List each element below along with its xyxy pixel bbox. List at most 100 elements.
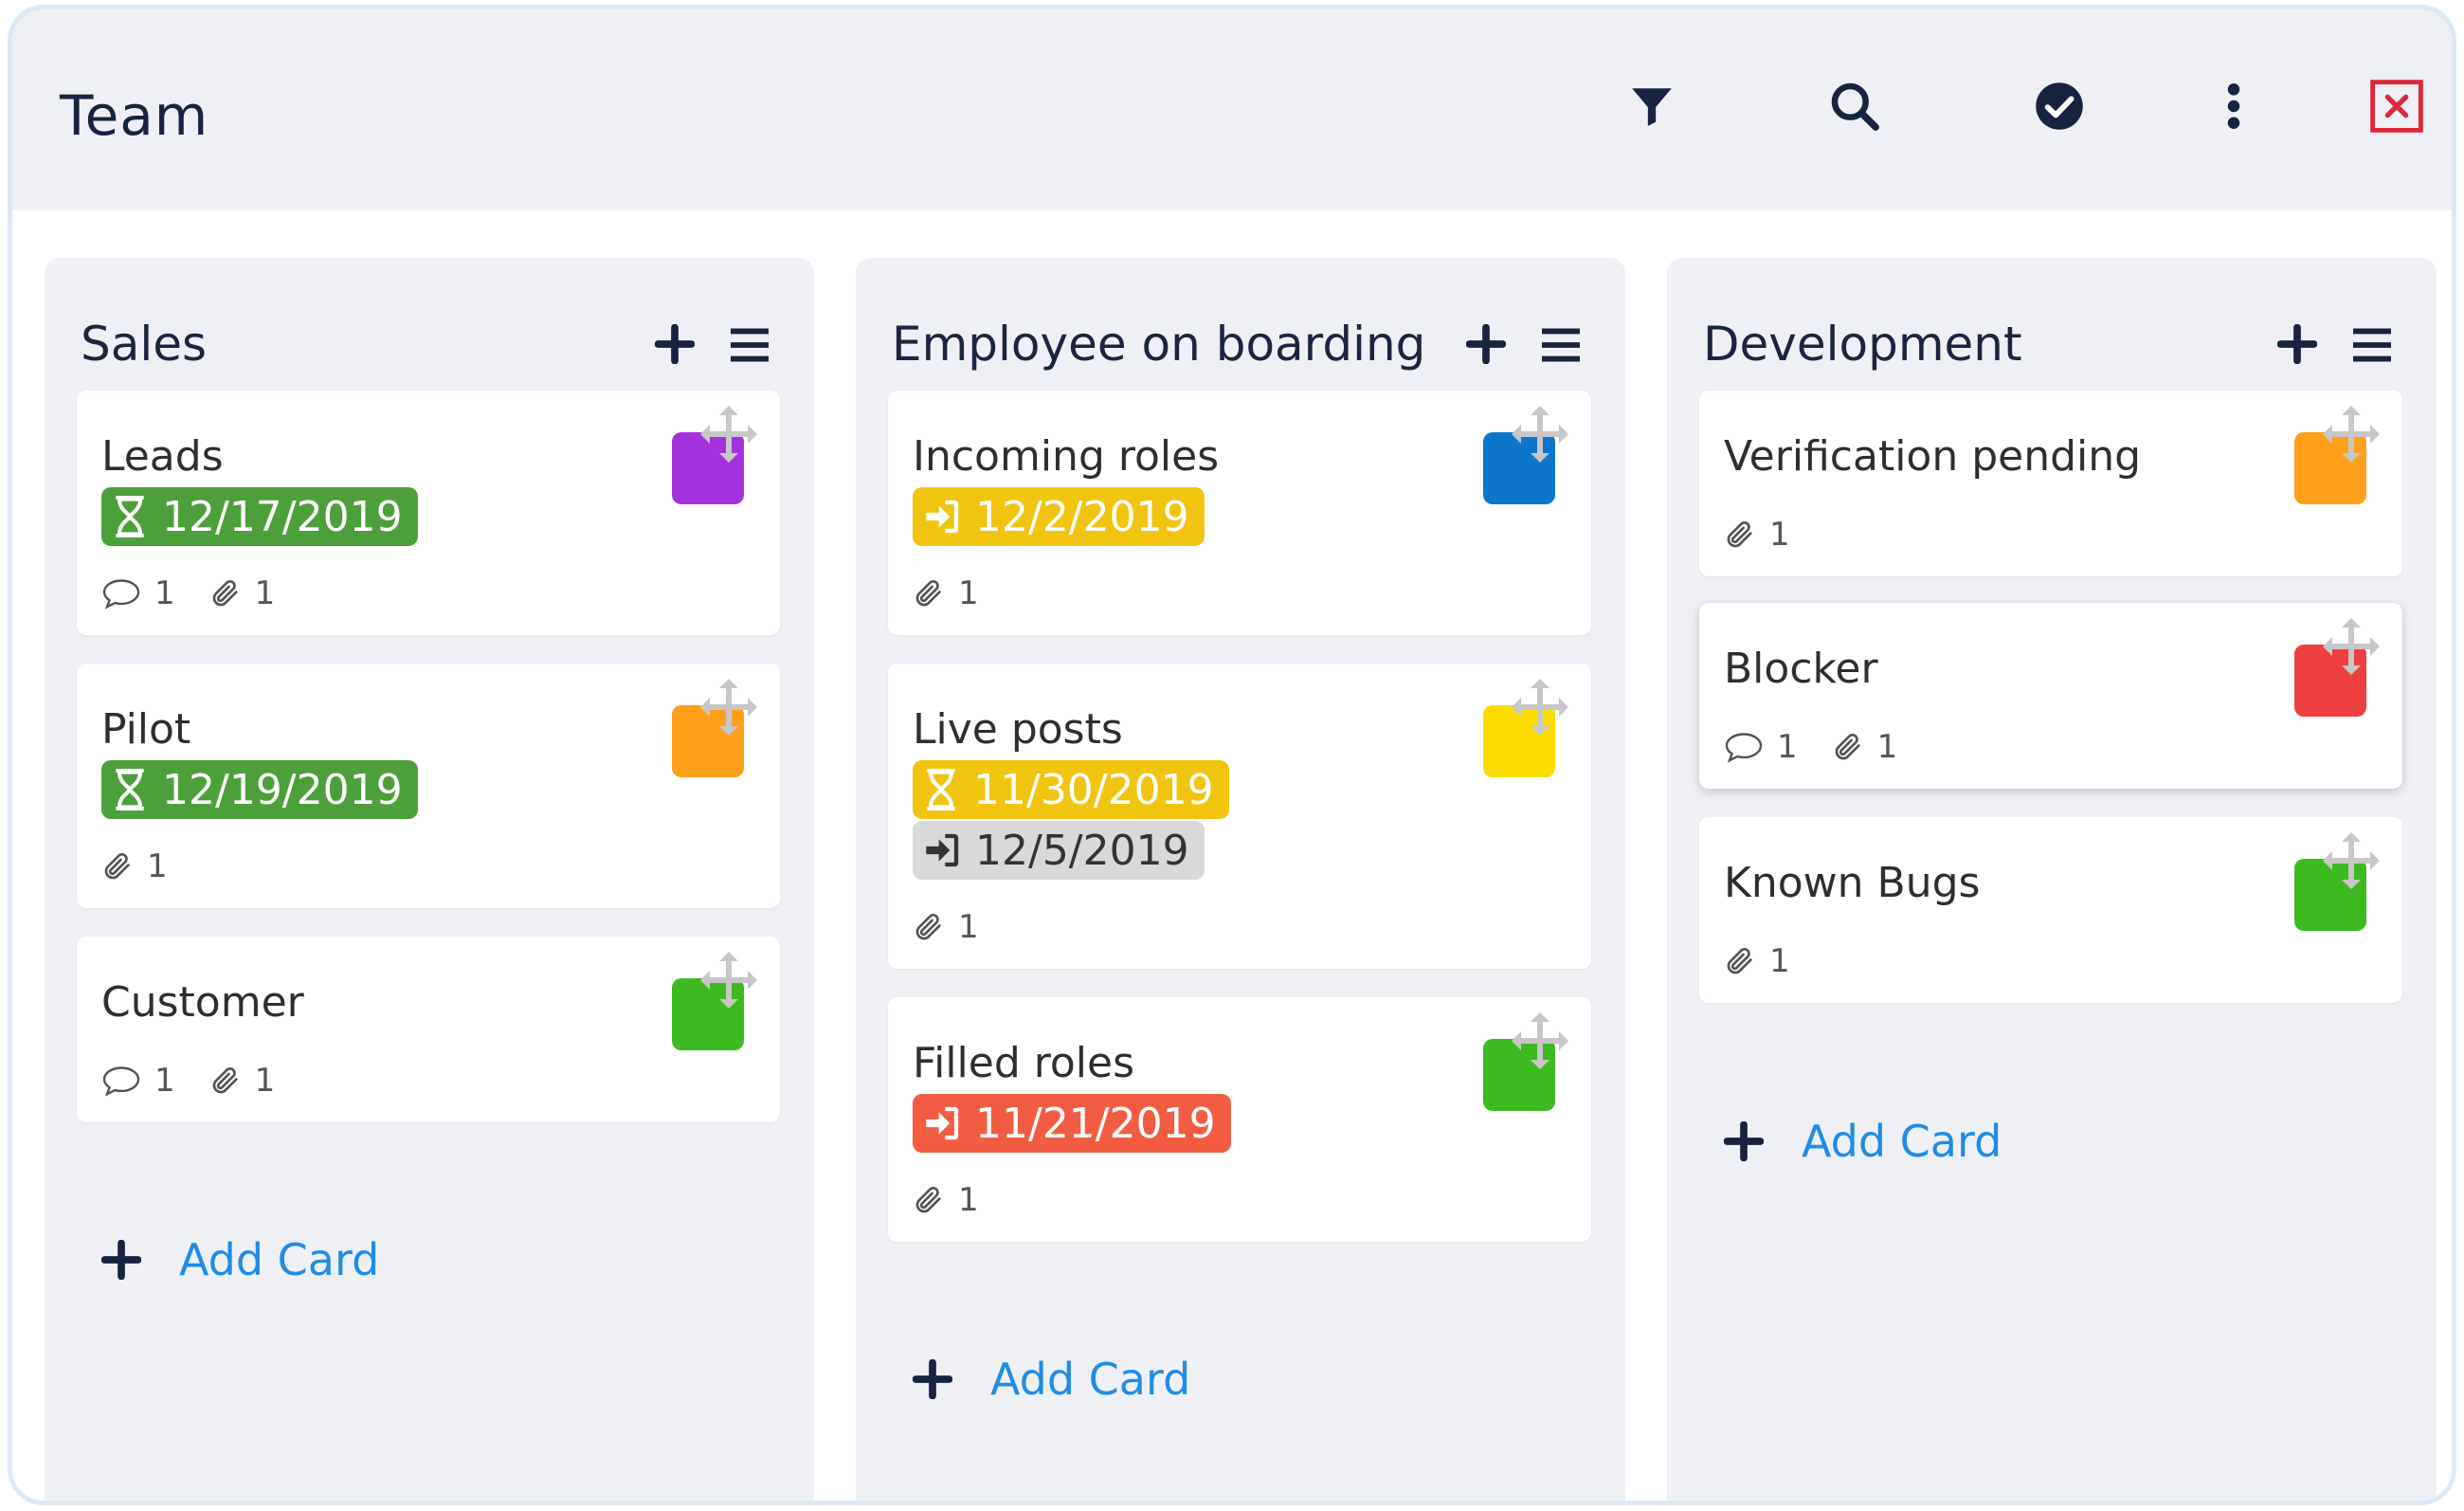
card[interactable]: Verification pending 1 — [1699, 391, 2402, 576]
column-menu-button[interactable] — [1540, 326, 1587, 370]
due-date-badge[interactable]: 12/19/2019 — [101, 760, 418, 819]
more-vertical-icon — [2227, 83, 2240, 129]
add-card-label: Add Card — [1802, 1116, 2002, 1167]
comment-count: 1 — [101, 1062, 175, 1100]
kanban-window: Team Sales Leads 12/17/2019 1 1 Pilot 12/19/20… — [8, 5, 2456, 1505]
column-title: Sales — [81, 317, 208, 372]
move-icon — [1512, 406, 1568, 463]
due-date-badge[interactable]: 11/21/2019 — [913, 1094, 1231, 1153]
due-date-badge[interactable]: 12/17/2019 — [101, 487, 418, 546]
attachment-count: 1 — [913, 1181, 979, 1219]
add-card-icon-button[interactable] — [1465, 323, 1513, 372]
search-icon — [1831, 82, 1879, 131]
add-card-icon-button[interactable] — [654, 323, 702, 372]
comment-count-value: 1 — [154, 574, 175, 612]
card[interactable]: Pilot 12/19/2019 1 — [77, 664, 780, 908]
comment-count-value: 1 — [1777, 728, 1798, 766]
card-meta: 1 — [913, 574, 1013, 612]
add-card-button[interactable]: Add Card — [1723, 1116, 2002, 1167]
move-handle[interactable] — [698, 677, 759, 737]
move-handle[interactable] — [698, 950, 759, 1010]
hourglass-icon — [116, 769, 144, 810]
card-title: Pilot — [101, 705, 191, 754]
paperclip-icon — [915, 579, 941, 607]
move-icon — [2323, 406, 2380, 463]
comment-count: 1 — [1724, 728, 1798, 766]
card[interactable]: Leads 12/17/2019 1 1 — [77, 391, 780, 635]
card-meta: 1 — [1724, 942, 1824, 980]
sign-in-icon — [926, 833, 959, 867]
card-meta: 11 — [1724, 728, 1931, 766]
attachment-count: 1 — [1724, 942, 1790, 980]
paperclip-icon — [212, 1066, 238, 1094]
move-icon — [700, 679, 757, 736]
plus-icon — [654, 323, 696, 365]
column-menu-button[interactable] — [2351, 326, 2399, 370]
card-title: Verification pending — [1724, 432, 2142, 481]
paperclip-icon — [1835, 733, 1860, 760]
move-handle[interactable] — [2321, 830, 2382, 891]
hamburger-menu-icon — [1542, 328, 1580, 362]
card[interactable]: Live posts 11/30/2019 12/5/2019 1 — [888, 664, 1591, 969]
add-card-icon-button[interactable] — [2276, 323, 2325, 372]
close-button[interactable] — [2366, 76, 2427, 137]
column-menu-button[interactable] — [729, 326, 776, 370]
add-card-button[interactable]: Add Card — [100, 1234, 380, 1285]
plus-icon — [1723, 1120, 1765, 1162]
due-date-badge[interactable]: 11/30/2019 — [913, 760, 1229, 819]
card[interactable]: Known Bugs 1 — [1699, 817, 2402, 1003]
card-meta: 1 — [101, 847, 202, 885]
plus-icon — [1465, 323, 1507, 365]
move-icon — [1512, 1012, 1568, 1069]
complete-button[interactable] — [2029, 76, 2090, 137]
card-meta: 1 — [913, 1181, 1013, 1219]
hourglass-icon — [116, 496, 144, 537]
move-handle[interactable] — [1510, 1010, 1570, 1071]
column-1: Employee on boarding Incoming roles 12/2/2… — [856, 258, 1625, 1501]
card[interactable]: Incoming roles 12/2/2019 1 — [888, 391, 1591, 635]
attachment-count: 1 — [101, 847, 168, 885]
move-icon — [700, 952, 757, 1009]
badge-date: 12/19/2019 — [162, 765, 403, 814]
move-handle[interactable] — [2321, 616, 2382, 677]
kanban-board: Sales Leads 12/17/2019 1 1 Pilot 12/19/2019 1 Cu… — [12, 210, 2452, 1501]
card[interactable]: Customer 1 1 — [77, 937, 780, 1122]
due-date-badge[interactable]: 12/5/2019 — [913, 821, 1205, 880]
header-bar: Team — [12, 9, 2452, 210]
attachment-count-value: 1 — [254, 1062, 276, 1100]
add-card-label: Add Card — [179, 1234, 380, 1285]
card-title: Leads — [101, 432, 224, 481]
card[interactable]: Blocker 1 1 — [1699, 603, 2402, 789]
card-meta: 1 — [913, 908, 1013, 946]
paperclip-icon — [104, 852, 130, 880]
hamburger-menu-icon — [731, 328, 769, 362]
close-icon — [2370, 80, 2423, 133]
move-icon — [1512, 679, 1568, 736]
card-title: Incoming roles — [913, 432, 1220, 481]
card-title: Blocker — [1724, 645, 1878, 693]
search-button[interactable] — [1824, 76, 1885, 137]
column-title: Employee on boarding — [892, 317, 1426, 372]
sign-in-icon — [926, 1106, 959, 1140]
attachment-count: 1 — [913, 908, 979, 946]
move-handle[interactable] — [1510, 677, 1570, 737]
due-date-badge[interactable]: 12/2/2019 — [913, 487, 1205, 546]
move-handle[interactable] — [698, 404, 759, 464]
card[interactable]: Filled roles 11/21/2019 1 — [888, 997, 1591, 1242]
move-handle[interactable] — [2321, 404, 2382, 464]
plus-icon — [100, 1239, 142, 1281]
comment-count-value: 1 — [154, 1062, 175, 1100]
filter-button[interactable] — [1622, 76, 1682, 137]
more-options-button[interactable] — [2203, 76, 2264, 137]
add-card-button[interactable]: Add Card — [912, 1354, 1190, 1405]
card-meta: 11 — [101, 574, 309, 612]
attachment-count-value: 1 — [254, 574, 276, 612]
move-handle[interactable] — [1510, 404, 1570, 464]
attachment-count: 1 — [209, 574, 276, 612]
comment-icon — [102, 1066, 140, 1097]
attachment-count: 1 — [913, 574, 979, 612]
card-meta: 11 — [101, 1062, 309, 1100]
paperclip-icon — [1727, 947, 1752, 974]
filter-icon — [1632, 88, 1672, 126]
attachment-count-value: 1 — [1769, 516, 1790, 554]
